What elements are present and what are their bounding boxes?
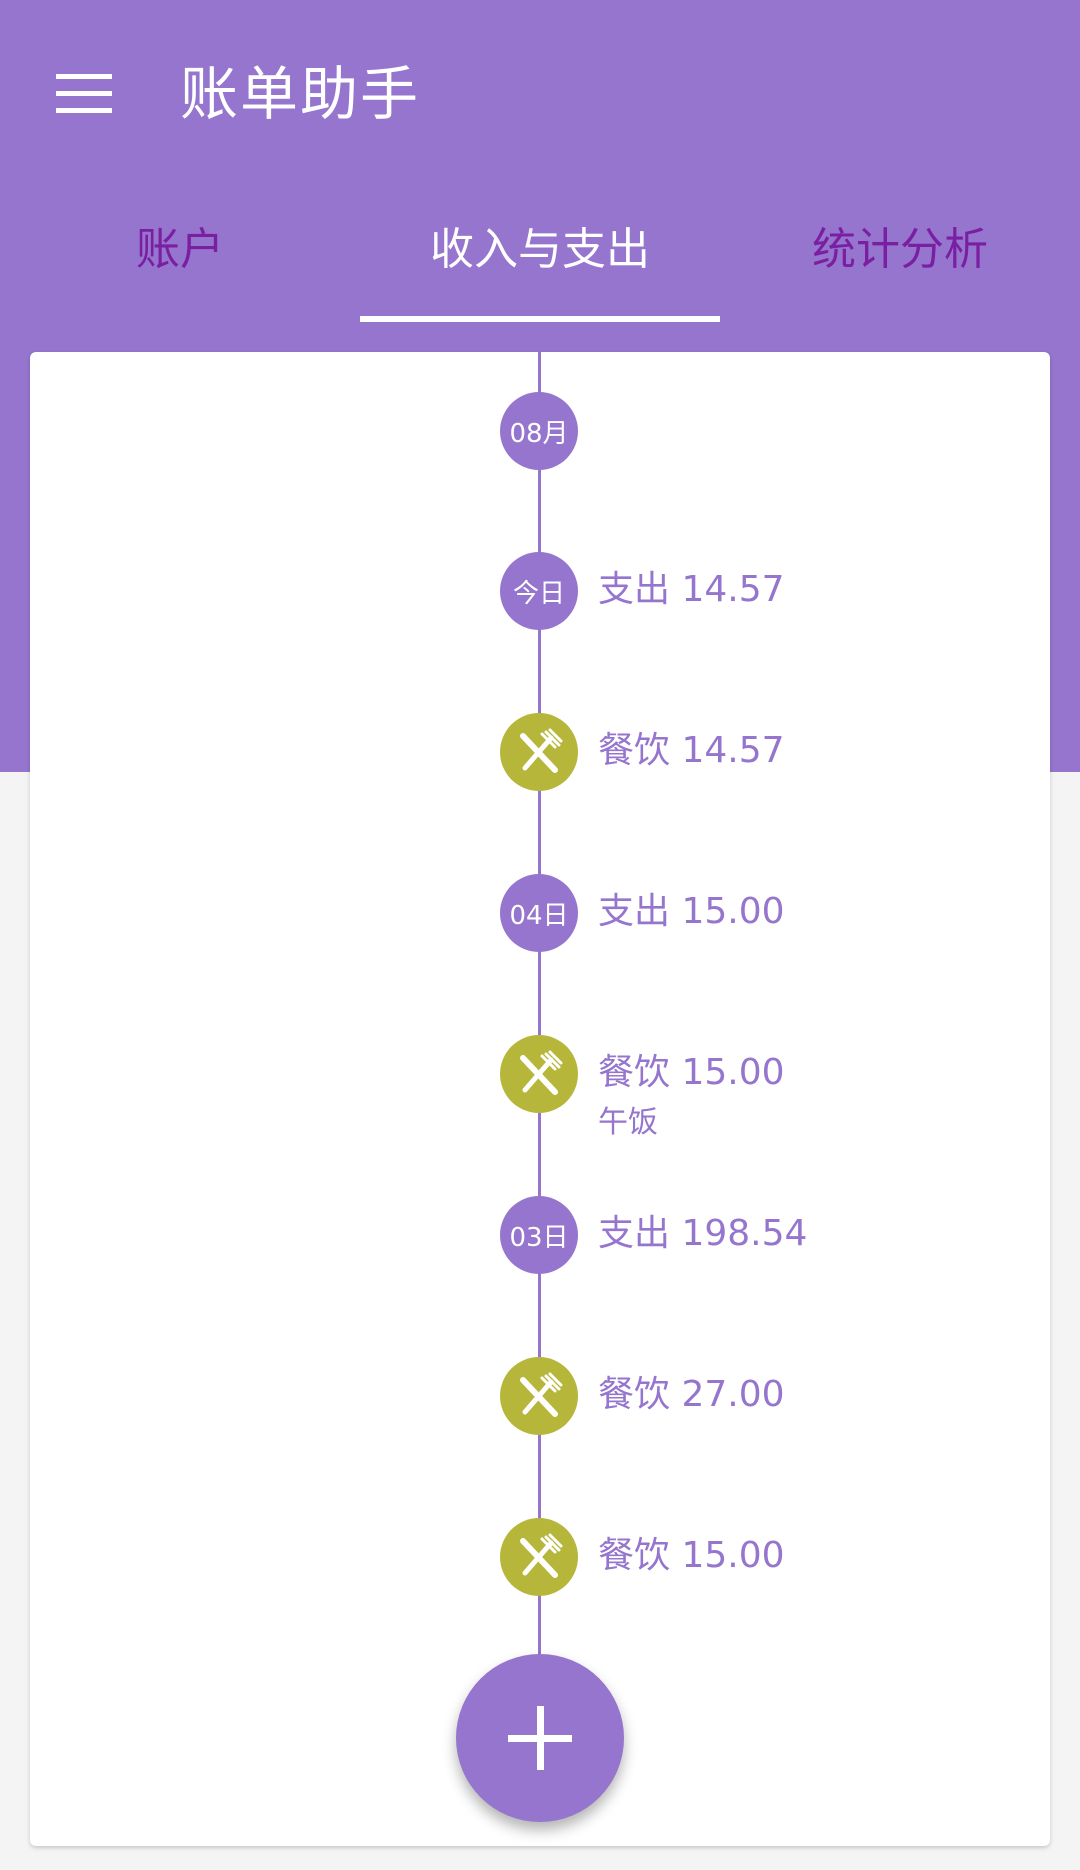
timeline-record-item[interactable]: 餐饮 15.00 午饭 bbox=[500, 1035, 1020, 1155]
record-category-amount: 餐饮 14.57 bbox=[598, 730, 785, 771]
timeline-day-item[interactable]: 04日 支出 15.00 bbox=[500, 874, 1020, 954]
timeline-day-item[interactable]: 03日 支出 198.54 bbox=[500, 1196, 1020, 1276]
day-badge: 04日 bbox=[500, 874, 578, 952]
day-badge: 今日 bbox=[500, 552, 578, 630]
app-title: 账单助手 bbox=[180, 60, 421, 128]
timeline-record-item[interactable]: 餐饮 27.00 bbox=[500, 1357, 1020, 1437]
record-note: 午饭 bbox=[598, 1105, 658, 1140]
utensils-icon bbox=[500, 713, 578, 791]
tab-accounts[interactable]: 账户 bbox=[0, 190, 360, 322]
record-category-amount: 餐饮 27.00 bbox=[598, 1374, 785, 1415]
tab-income-expense[interactable]: 收入与支出 bbox=[360, 190, 720, 322]
tab-income-expense-label: 收入与支出 bbox=[430, 224, 650, 275]
record-category-amount: 餐饮 15.00 bbox=[598, 1535, 785, 1576]
day-expense-total: 支出 198.54 bbox=[598, 1213, 808, 1254]
toolbar: 账单助手 bbox=[0, 0, 1080, 190]
tab-statistics[interactable]: 统计分析 bbox=[720, 190, 1080, 322]
tab-statistics-label: 统计分析 bbox=[812, 224, 988, 275]
tab-bar: 账户 收入与支出 统计分析 bbox=[0, 190, 1080, 322]
timeline-day-item[interactable]: 今日 支出 14.57 bbox=[500, 552, 1020, 632]
timeline-record-item[interactable]: 餐饮 15.00 bbox=[500, 1518, 1020, 1598]
month-badge: 08月 bbox=[500, 392, 578, 470]
utensils-icon bbox=[500, 1518, 578, 1596]
timeline-record-item[interactable]: 餐饮 14.57 bbox=[500, 713, 1020, 793]
day-badge: 03日 bbox=[500, 1196, 578, 1274]
timeline-month: 08月 bbox=[500, 392, 1020, 472]
hamburger-menu-icon[interactable] bbox=[44, 58, 124, 128]
utensils-icon bbox=[500, 1357, 578, 1435]
tab-accounts-label: 账户 bbox=[136, 224, 224, 275]
timeline-card: 08月 今日 支出 14.57 餐饮 14.57 04日 支出 15.00 餐饮… bbox=[30, 352, 1050, 1846]
record-category-amount: 餐饮 15.00 bbox=[598, 1052, 785, 1093]
day-expense-total: 支出 15.00 bbox=[598, 891, 785, 932]
add-record-button[interactable] bbox=[456, 1654, 624, 1822]
tab-indicator bbox=[360, 316, 720, 322]
day-expense-total: 支出 14.57 bbox=[598, 569, 785, 610]
utensils-icon bbox=[500, 1035, 578, 1113]
